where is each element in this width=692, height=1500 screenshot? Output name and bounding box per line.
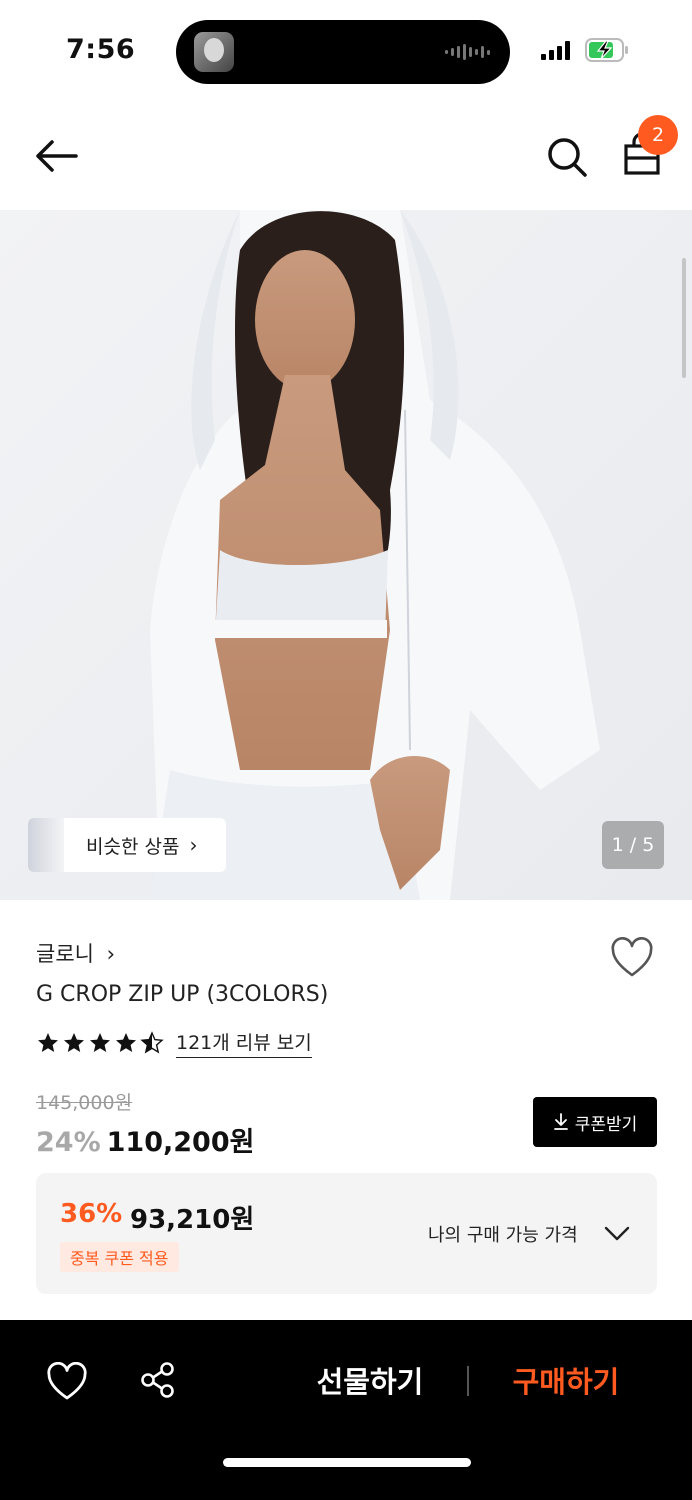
buy-button[interactable]: 구매하기	[496, 1360, 636, 1404]
star-icon	[64, 1033, 84, 1052]
similar-product-thumbnail	[28, 818, 64, 872]
star-icon	[90, 1033, 110, 1052]
status-bar: 7:56	[0, 0, 692, 100]
sale-price-row: 24% 110,200원	[36, 1120, 254, 1159]
product-name: G CROP ZIP UP (3COLORS)	[36, 982, 329, 1007]
top-nav	[0, 100, 692, 210]
product-photo	[0, 210, 692, 900]
gallery-page-indicator: 1 / 5	[602, 821, 664, 869]
rating-row: 121개 리뷰 보기	[36, 1028, 312, 1058]
best-price: 93,210원	[130, 1205, 255, 1235]
cart-count-badge: 2	[638, 115, 678, 155]
chevron-right-icon: ›	[106, 942, 116, 966]
chevron-right-icon: ›	[189, 833, 198, 857]
star-icon	[116, 1033, 136, 1052]
status-time: 7:56	[66, 34, 136, 65]
star-rating	[36, 1031, 164, 1055]
half-star-icon	[140, 1031, 164, 1054]
product-image-gallery[interactable]: 비슷한 상품 › 1 / 5	[0, 210, 692, 900]
my-best-price-panel[interactable]: 36% 93,210원 중복 쿠폰 적용 나의 구매 가능 가격	[36, 1173, 657, 1294]
coupon-button-label: 쿠폰받기	[574, 1114, 638, 1135]
best-discount-rate: 36%	[60, 1199, 123, 1229]
audio-wave-icon	[445, 44, 490, 60]
heart-icon[interactable]	[610, 937, 654, 979]
coupon-download-button[interactable]: 쿠폰받기	[533, 1097, 657, 1147]
sale-price: 110,200원	[106, 1127, 255, 1158]
battery-charging-icon	[585, 38, 628, 62]
brand-link[interactable]: 글로니 ›	[36, 938, 115, 968]
stacked-coupon-tag: 중복 쿠폰 적용	[60, 1242, 179, 1272]
review-link[interactable]: 121개 리뷰 보기	[176, 1028, 312, 1058]
bottom-action-bar: 선물하기 구매하기	[0, 1320, 692, 1500]
signal-icon	[541, 40, 570, 60]
gift-button[interactable]: 선물하기	[300, 1360, 440, 1404]
home-indicator[interactable]	[223, 1458, 471, 1467]
similar-products-button[interactable]: 비슷한 상품 ›	[28, 818, 226, 872]
similar-products-label: 비슷한 상품	[86, 835, 180, 858]
star-icon	[38, 1033, 58, 1052]
chevron-down-icon[interactable]	[604, 1223, 630, 1243]
download-icon	[553, 1113, 568, 1130]
dynamic-island[interactable]	[176, 20, 510, 84]
my-price-label: 나의 구매 가능 가격	[428, 1225, 578, 1246]
gallery-scroll-indicator	[682, 258, 686, 378]
brand-name: 글로니	[36, 942, 94, 966]
search-icon[interactable]	[544, 134, 590, 180]
original-price: 145,000원	[36, 1092, 133, 1114]
share-icon[interactable]	[138, 1360, 178, 1400]
divider	[467, 1366, 469, 1396]
discount-rate: 24%	[36, 1127, 101, 1158]
now-playing-artwork	[194, 32, 234, 72]
arrow-left-icon[interactable]	[30, 134, 82, 178]
heart-icon[interactable]	[46, 1362, 88, 1402]
